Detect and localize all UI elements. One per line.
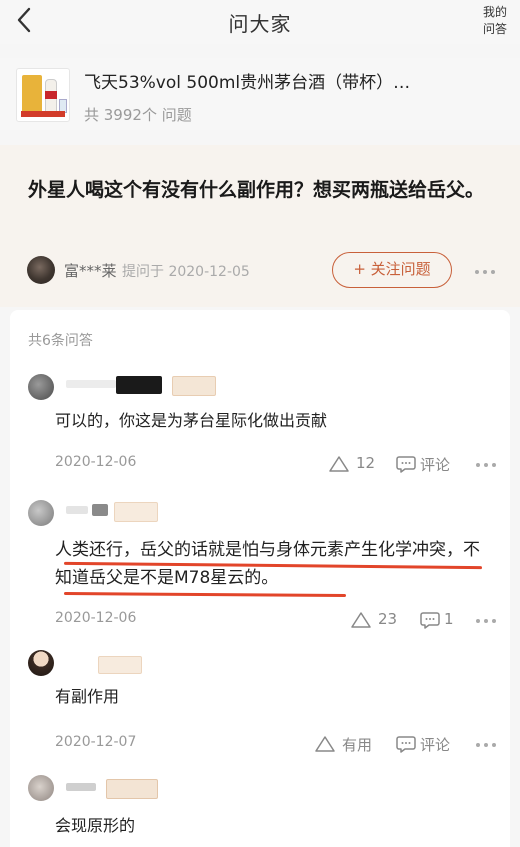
more-dots-icon[interactable] [475, 740, 499, 750]
asked-date: 提问于 2020-12-05 [122, 264, 250, 280]
product-name: 飞天53%vol 500ml贵州茅台酒（带杯）… [84, 73, 411, 93]
answer-text: 有副作用 [55, 687, 120, 706]
user-badge [114, 502, 158, 522]
comment-label: 评论 [420, 736, 451, 754]
avatar [28, 650, 54, 676]
question-card: 外星人喝这个有没有什么副作用？想买两瓶送给岳父。 富***莱 提问于 2020-… [0, 145, 520, 307]
user-badge [98, 656, 142, 674]
comment-label: 评论 [420, 456, 451, 474]
avatar [28, 374, 54, 400]
user-badge [106, 779, 158, 799]
nav-bar: 问大家 我的问答 [0, 0, 520, 44]
comment-bubble-icon [420, 612, 440, 629]
like-triangle-icon [315, 736, 335, 752]
answer-text: 可以的，你这是为茅台星际化做出贡献 [55, 411, 328, 430]
avatar [28, 775, 54, 801]
answers-count: 共6条问答 [28, 333, 93, 349]
comment-bubble-icon [396, 736, 416, 753]
useful-label: 有用 [342, 736, 373, 754]
more-dots-icon[interactable] [475, 616, 499, 626]
more-dots-icon[interactable] [474, 267, 498, 277]
page-title: 问大家 [228, 12, 292, 36]
comment-bubble-icon [396, 456, 416, 473]
avatar [28, 500, 54, 526]
like-count: 12 [356, 454, 376, 472]
comment-count: 1 [444, 610, 454, 628]
like-triangle-icon [329, 456, 349, 472]
avatar [27, 256, 55, 284]
answer-text: 会现原形的 [55, 816, 136, 835]
question-count: 共 3992个 问题 [84, 106, 192, 124]
question-text: 外星人喝这个有没有什么副作用？想买两瓶送给岳父。 [28, 179, 485, 201]
answer-date: 2020-12-06 [55, 454, 137, 470]
product-summary[interactable]: 飞天53%vol 500ml贵州茅台酒（带杯）… 共 3992个 问题 [0, 58, 520, 130]
like-count: 23 [378, 610, 398, 628]
asker-name: 富***莱 [64, 262, 117, 280]
more-dots-icon[interactable] [475, 460, 499, 470]
answers-list: 共6条问答 可以的，你这是为茅台星际化做出贡献 2020-12-06 12 评论… [10, 310, 510, 847]
blurred-username [66, 783, 96, 791]
like-triangle-icon [351, 612, 371, 628]
my-qa-link[interactable]: 我的问答 [480, 4, 510, 38]
answer-date: 2020-12-07 [55, 734, 137, 750]
highlight-underline [63, 592, 347, 597]
follow-question-button[interactable]: + 关注问题 [332, 252, 452, 288]
blurred-username [92, 504, 108, 516]
blurred-username [66, 506, 88, 514]
blurred-username [66, 380, 116, 388]
answer-date: 2020-12-06 [55, 610, 137, 626]
user-badge [172, 376, 216, 396]
product-thumbnail [16, 68, 70, 122]
blurred-username [116, 376, 162, 394]
